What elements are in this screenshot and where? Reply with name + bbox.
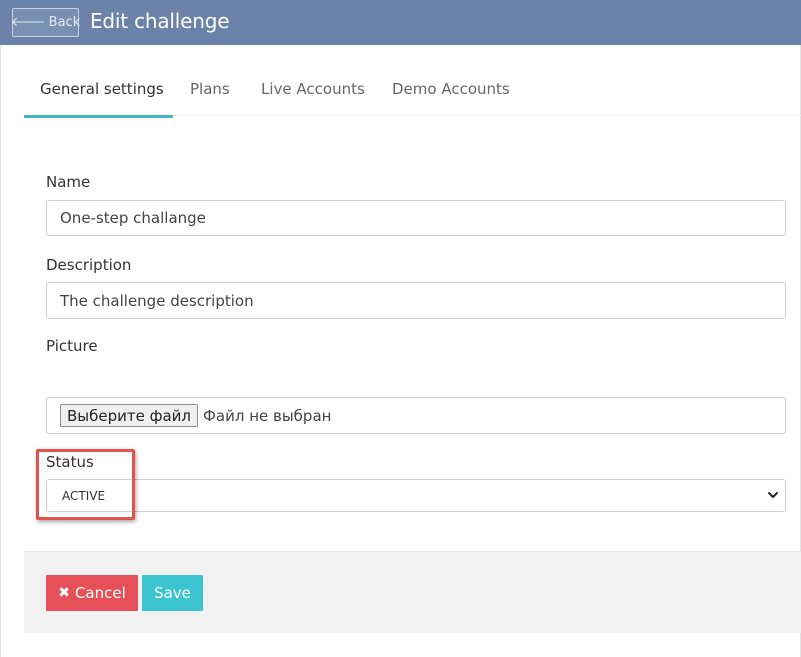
status-select-value: ACTIVE — [62, 488, 106, 503]
close-icon: ✖ — [58, 585, 70, 601]
picture-label: Picture — [46, 337, 98, 355]
description-label: Description — [46, 256, 132, 274]
cancel-button[interactable]: ✖ Cancel — [46, 575, 138, 611]
picture-file-input[interactable]: Выберите файл Файл не выбран — [46, 397, 786, 434]
save-button[interactable]: Save — [142, 575, 203, 611]
back-button-label: Back — [48, 15, 81, 30]
page-title: Edit challenge — [90, 9, 230, 33]
tab-plans[interactable]: Plans — [190, 70, 230, 116]
name-input-value: One-step challange — [60, 209, 206, 227]
choose-file-button[interactable]: Выберите файл — [60, 404, 198, 427]
back-button[interactable]: 🡐 Back — [10, 8, 81, 37]
chevron-down-icon — [768, 492, 778, 498]
form-footer: ✖ Cancel Save — [24, 551, 801, 633]
description-input-value: The challenge description — [60, 291, 254, 310]
top-bar: 🡐 Back Edit challenge — [0, 0, 801, 45]
status-label: Status — [46, 453, 94, 471]
cancel-button-label: Cancel — [74, 584, 126, 602]
tab-demo-accounts[interactable]: Demo Accounts — [392, 70, 510, 116]
description-input[interactable]: The challenge description — [46, 282, 786, 319]
arrow-left-icon: 🡐 — [10, 15, 46, 30]
name-input[interactable]: One-step challange — [46, 200, 786, 236]
tab-general-settings[interactable]: General settings — [24, 70, 173, 118]
name-label: Name — [46, 173, 91, 191]
tab-live-accounts[interactable]: Live Accounts — [261, 70, 365, 116]
tab-bar: General settings Plans Live Accounts Dem… — [24, 70, 801, 118]
file-status-text: Файл не выбран — [202, 406, 332, 425]
status-select[interactable]: ACTIVE — [46, 479, 786, 512]
edit-panel: General settings Plans Live Accounts Dem… — [0, 45, 801, 657]
